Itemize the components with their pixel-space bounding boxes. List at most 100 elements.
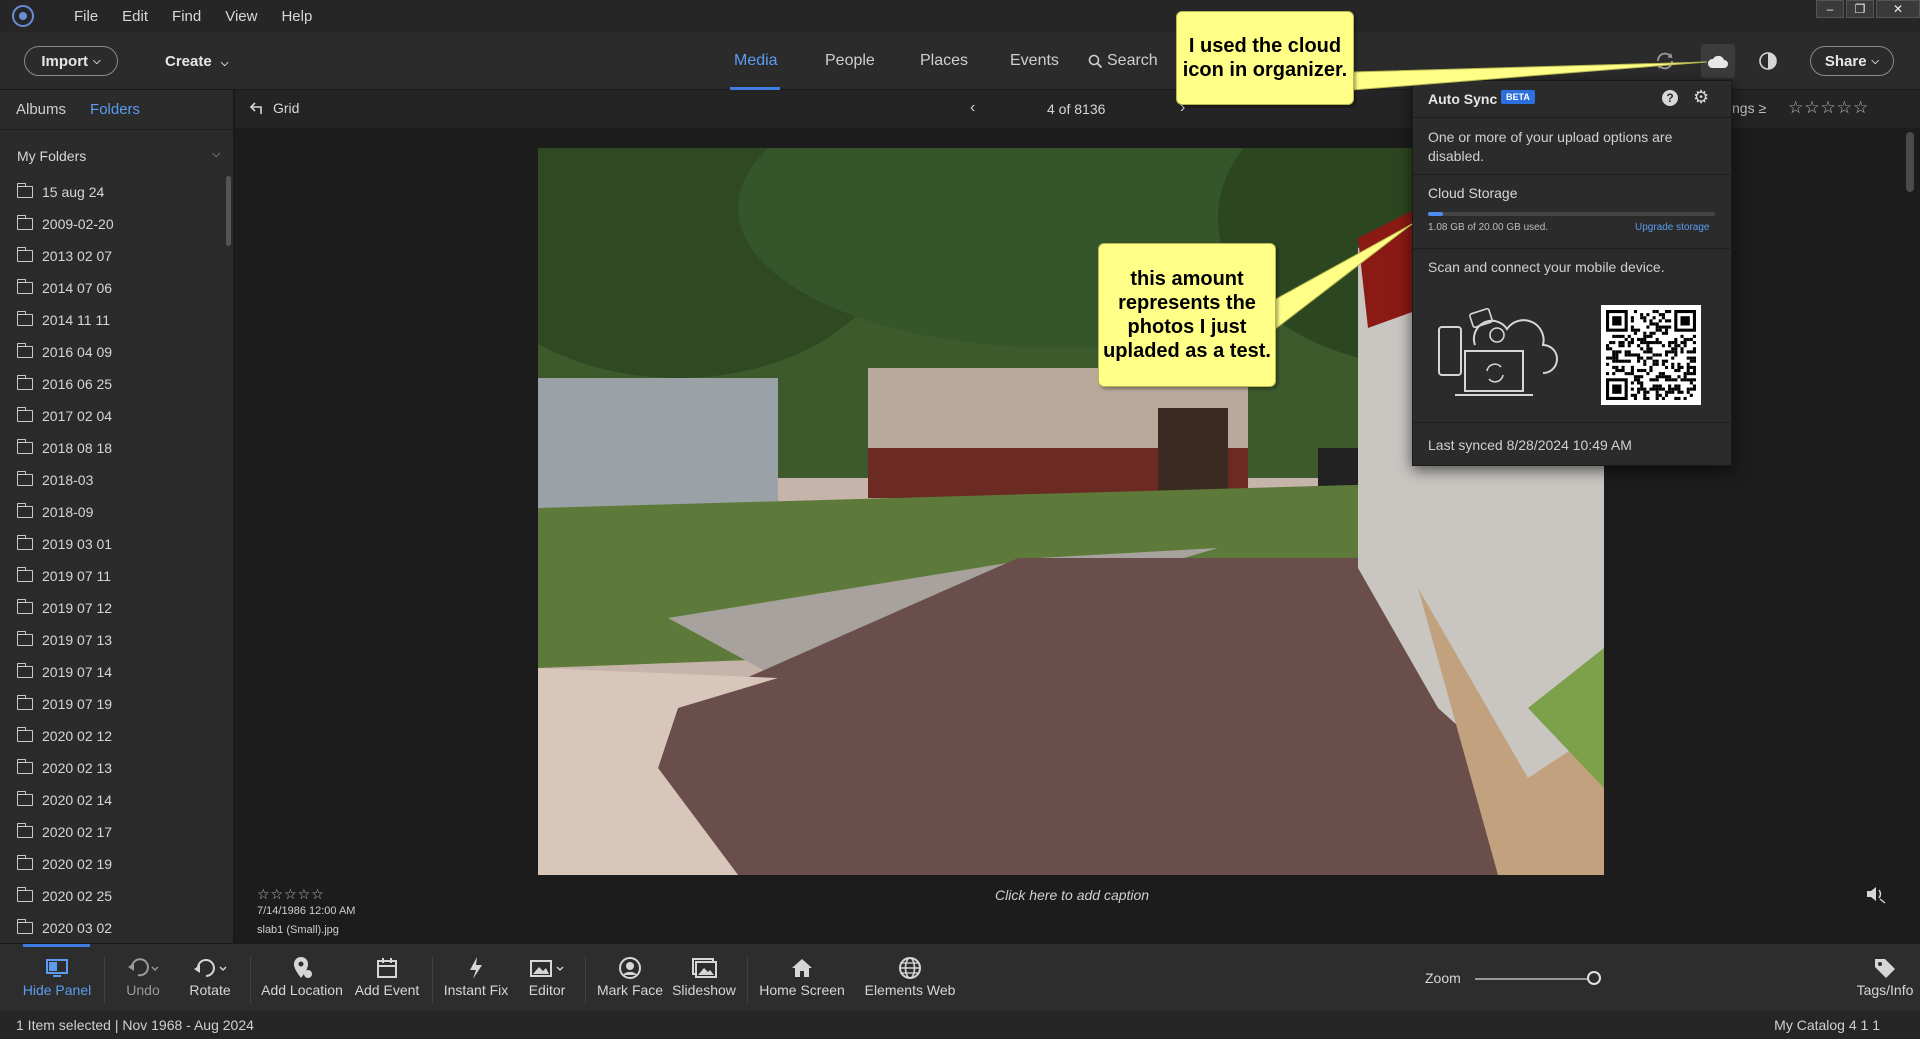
chevron-down-icon[interactable]: ⌵ [212, 148, 220, 161]
chevron-down-icon: ⌵ [93, 55, 101, 67]
tags-info-button[interactable]: Tags/Info [1852, 954, 1918, 998]
folder-item[interactable]: 2019 07 11 [0, 560, 226, 592]
folder-item[interactable]: 2019 07 19 [0, 688, 226, 720]
zoom-slider-track[interactable] [1475, 978, 1590, 980]
folder-item[interactable]: 2020 03 02 [0, 912, 226, 944]
tab-albums[interactable]: Albums [16, 101, 66, 118]
folder-item[interactable]: 2020 02 12 [0, 720, 226, 752]
zoom-slider-handle[interactable] [1587, 971, 1601, 985]
import-button[interactable]: Import ⌵ [24, 46, 118, 76]
folder-icon [17, 631, 33, 646]
callout-amount-text: this amount represents the photos I just… [1103, 268, 1271, 362]
folder-label: 2013 02 07 [42, 248, 113, 264]
speaker-icon[interactable] [1865, 884, 1889, 904]
create-label: Create [165, 53, 212, 70]
auto-sync-popover: Auto Sync BETA ? ⚙ One or more of your u… [1412, 80, 1733, 466]
scan-instructions: Scan and connect your mobile device. [1428, 259, 1665, 275]
rotate-button[interactable]: Rotate [182, 954, 238, 998]
folder-label: 2019 07 11 [42, 568, 112, 584]
hide-panel-button[interactable]: Hide Panel [20, 954, 94, 998]
undo-button[interactable]: Undo [118, 954, 168, 998]
folder-label: 2020 02 12 [42, 728, 113, 744]
instant-fix-button[interactable]: Instant Fix [440, 954, 512, 998]
folder-item[interactable]: 2018-03 [0, 464, 226, 496]
folder-label: 2018 08 18 [42, 440, 113, 456]
folder-item[interactable]: 2019 03 01 [0, 528, 226, 560]
folder-label: 2019 07 12 [42, 600, 113, 616]
ratings-filter-stars[interactable]: ☆☆☆☆☆ [1788, 98, 1869, 118]
status-bar: 1 Item selected | Nov 1968 - Aug 2024 My… [0, 1011, 1920, 1039]
folder-label: 2018-09 [42, 504, 94, 520]
folder-item[interactable]: 2017 02 04 [0, 400, 226, 432]
menu-edit[interactable]: Edit [122, 8, 148, 25]
folder-icon [17, 215, 33, 230]
theme-toggle[interactable] [1755, 48, 1781, 74]
tab-media[interactable]: Media [734, 52, 778, 70]
editor-button[interactable]: Editor [522, 954, 572, 998]
add-location-button[interactable]: Add Location [258, 954, 346, 998]
menu-view[interactable]: View [225, 8, 257, 25]
tab-people[interactable]: People [825, 52, 875, 70]
folder-label: 2019 07 13 [42, 632, 113, 648]
sync-button[interactable] [1652, 48, 1678, 74]
home-screen-button[interactable]: Home Screen [758, 954, 846, 998]
folder-icon [17, 791, 33, 806]
folder-item[interactable]: 2019 07 13 [0, 624, 226, 656]
folder-item[interactable]: 2018-09 [0, 496, 226, 528]
create-button[interactable]: Create ⌵ [165, 53, 228, 70]
storage-progress-bar [1428, 212, 1715, 216]
calendar-icon [377, 958, 397, 978]
elements-web-button[interactable]: Elements Web [862, 954, 958, 998]
folder-item[interactable]: 2019 07 12 [0, 592, 226, 624]
photo-rating-stars[interactable]: ☆☆☆☆☆ [257, 886, 325, 903]
folder-item[interactable]: 2014 11 11 [0, 304, 226, 336]
add-event-button[interactable]: Add Event [352, 954, 422, 998]
menu-find[interactable]: Find [172, 8, 201, 25]
add-location-label: Add Location [261, 982, 343, 998]
folder-item[interactable]: 2013 02 07 [0, 240, 226, 272]
gear-icon[interactable]: ⚙ [1693, 87, 1709, 108]
upload-options-warning: One or more of your upload options are d… [1428, 129, 1673, 164]
minimize-button[interactable]: – [1816, 0, 1844, 18]
search-button[interactable]: Search [1088, 52, 1158, 70]
folder-item[interactable]: 2016 06 25 [0, 368, 226, 400]
menu-file[interactable]: File [74, 8, 98, 25]
mark-face-button[interactable]: Mark Face [596, 954, 664, 998]
folder-item[interactable]: 15 aug 24 [0, 176, 226, 208]
tab-folders[interactable]: Folders [90, 101, 140, 118]
content-scrollbar[interactable] [1906, 132, 1914, 192]
divider [1413, 174, 1733, 175]
previous-photo-button[interactable]: ‹ [970, 99, 975, 117]
folder-icon [17, 855, 33, 870]
photo-filename: slab1 (Small).jpg [257, 924, 339, 936]
folder-item[interactable]: 2018 08 18 [0, 432, 226, 464]
tab-places[interactable]: Places [920, 52, 968, 70]
upgrade-storage-link[interactable]: Upgrade storage [1635, 222, 1710, 233]
folder-item[interactable]: 2020 02 25 [0, 880, 226, 912]
lightning-icon [470, 957, 482, 979]
slideshow-button[interactable]: Slideshow [670, 954, 738, 998]
tab-events[interactable]: Events [1010, 52, 1059, 70]
folder-item[interactable]: 2009-02-20 [0, 208, 226, 240]
folder-item[interactable]: 2020 02 13 [0, 752, 226, 784]
grid-back-button[interactable]: Grid [249, 100, 299, 116]
caption-field[interactable]: Click here to add caption [995, 887, 1149, 903]
rotate-label: Rotate [189, 982, 231, 998]
cloud-button[interactable] [1701, 44, 1735, 78]
folder-scrollbar[interactable] [226, 176, 231, 246]
share-button[interactable]: Share ⌵ [1810, 46, 1894, 76]
callout-cloud-note: I used the cloud icon in organizer. [1176, 11, 1354, 105]
folder-item[interactable]: 2014 07 06 [0, 272, 226, 304]
folder-item[interactable]: 2019 07 14 [0, 656, 226, 688]
menu-help[interactable]: Help [281, 8, 312, 25]
help-icon[interactable]: ? [1662, 90, 1678, 106]
folder-item[interactable]: 2020 02 19 [0, 848, 226, 880]
folder-item[interactable]: 2020 02 17 [0, 816, 226, 848]
close-button[interactable]: ✕ [1876, 0, 1920, 18]
folder-label: 2020 02 19 [42, 856, 113, 872]
location-pin-icon [294, 957, 312, 978]
maximize-button[interactable]: ❐ [1846, 0, 1874, 18]
folder-item[interactable]: 2020 02 14 [0, 784, 226, 816]
catalog-status[interactable]: My Catalog 4 1 1 [1774, 1017, 1880, 1033]
folder-item[interactable]: 2016 04 09 [0, 336, 226, 368]
